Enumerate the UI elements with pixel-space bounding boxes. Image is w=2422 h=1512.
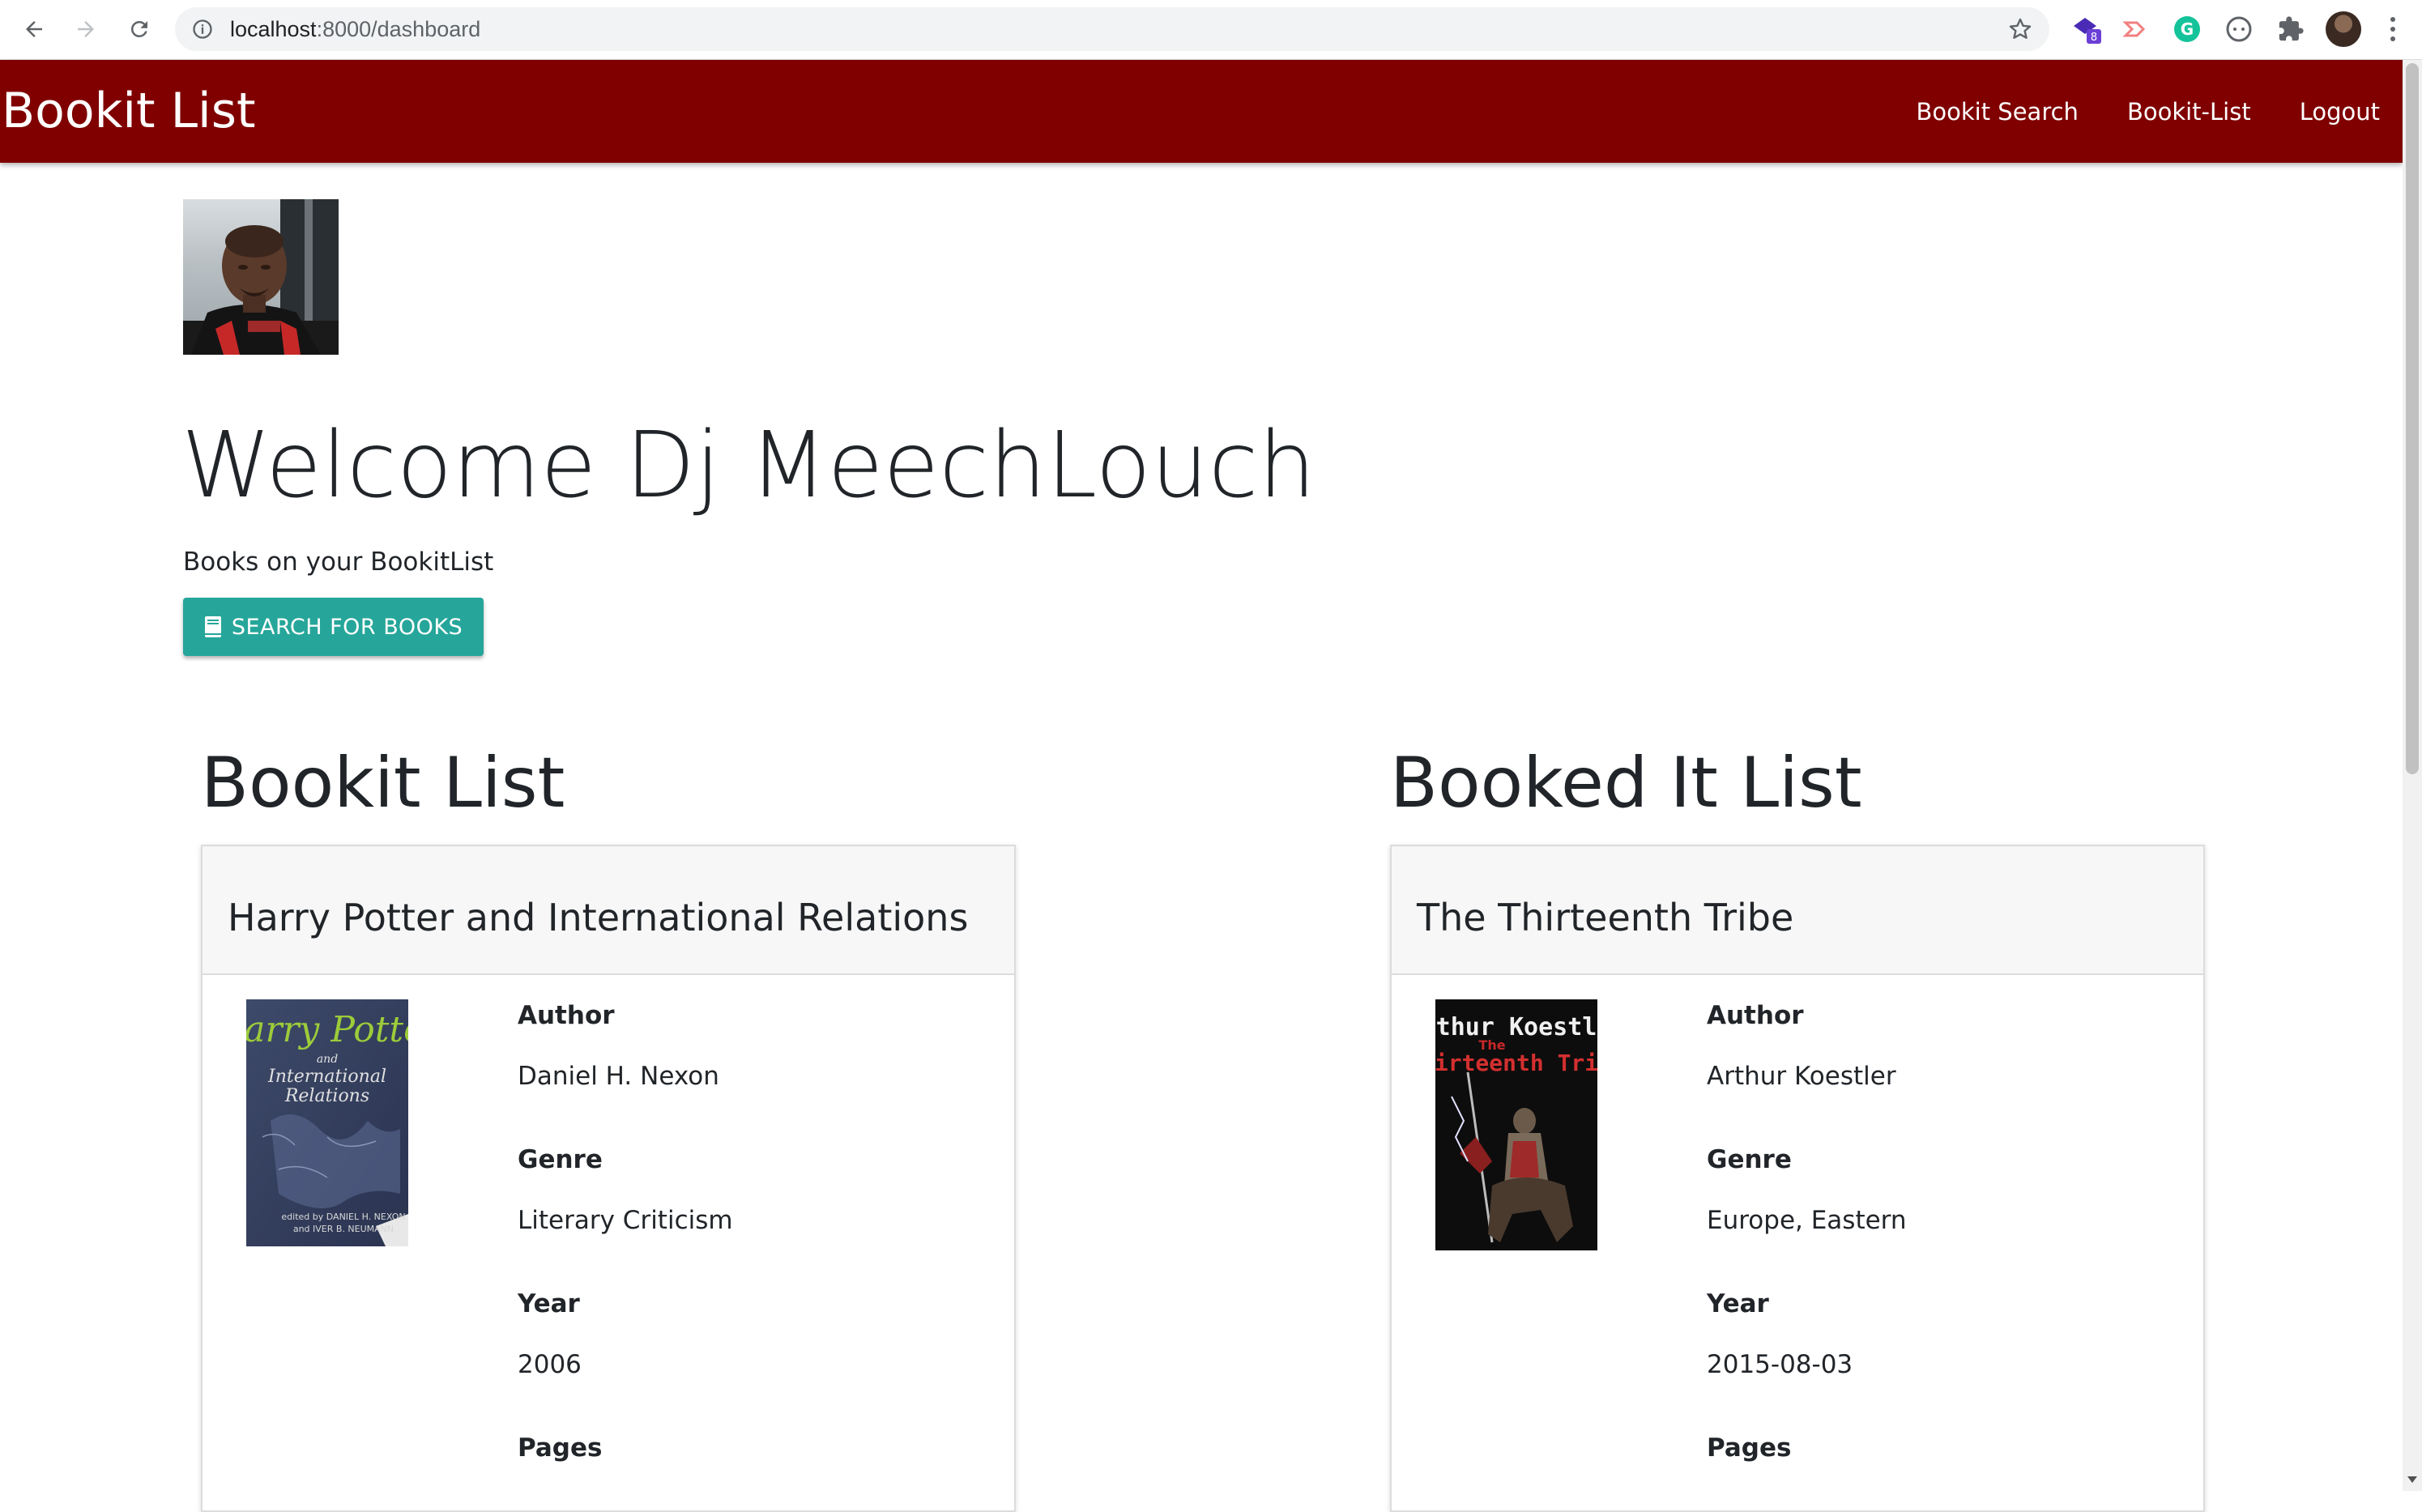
cover-title-line4: Relations — [284, 1086, 369, 1106]
url-path: :8000/dashboard — [316, 17, 481, 41]
book-card: Harry Potter and International Relations… — [201, 845, 1016, 1512]
year-label: Year — [518, 1289, 580, 1318]
more-vert-icon[interactable] — [2385, 13, 2401, 45]
back-button[interactable] — [16, 11, 52, 47]
svg-text:G: G — [2181, 19, 2194, 39]
year-label: Year — [1707, 1289, 1769, 1318]
extension-arrow-icon[interactable] — [2119, 13, 2151, 45]
book-card-header: The Thirteenth Tribe — [1392, 846, 2203, 975]
nav-links: Bookit Search Bookit-List Logout — [1867, 97, 2380, 126]
url-text[interactable]: localhost:8000/dashboard — [230, 17, 480, 41]
extension-circle-icon[interactable] — [2223, 13, 2255, 45]
arrow-left-icon — [26, 21, 42, 37]
welcome-heading: Welcome Dj MeechLouch — [181, 413, 1316, 518]
cover-title: Thirteenth Tribe — [1435, 1050, 1597, 1076]
cover-title-line1: Harry Potter — [246, 1009, 408, 1050]
bookmark-star-icon[interactable] — [2007, 16, 2033, 42]
bookitlist-subtitle: Books on your BookitList — [183, 547, 494, 577]
cover-title-line2: and — [317, 1053, 338, 1066]
book-cover-image: Harry Potter and International Relations… — [246, 999, 408, 1246]
year-value: 2006 — [518, 1350, 582, 1379]
search-for-books-button[interactable]: SEARCH FOR BOOKS — [183, 598, 484, 656]
url-host: localhost — [230, 17, 317, 41]
book-title: The Thirteenth Tribe — [1417, 896, 1794, 939]
genre-value: Literary Criticism — [518, 1206, 733, 1235]
book-icon — [204, 616, 221, 637]
scroll-down-icon[interactable] — [2407, 1476, 2417, 1483]
author-value: Arthur Koestler — [1707, 1062, 1896, 1091]
brand-logo[interactable]: Bookit List — [2, 83, 255, 139]
bookit-list-heading: Bookit List — [201, 743, 565, 824]
year-value: 2015-08-03 — [1707, 1350, 1853, 1379]
forward-button[interactable] — [68, 11, 104, 47]
extensions-puzzle-icon[interactable] — [2275, 13, 2307, 45]
address-bar[interactable]: localhost:8000/dashboard — [175, 7, 2049, 51]
booked-it-list-heading: Booked It List — [1390, 743, 1862, 824]
author-label: Author — [518, 1001, 615, 1030]
profile-avatar[interactable] — [2326, 11, 2361, 47]
grammarly-icon[interactable]: G — [2171, 13, 2203, 45]
genre-label: Genre — [518, 1145, 603, 1174]
book-cover-image: Arthur Koestler The Thirteenth Tribe — [1435, 999, 1597, 1250]
extension-purple-icon[interactable]: 8 — [2070, 13, 2103, 45]
app-navbar: Bookit List Bookit Search Bookit-List Lo… — [0, 60, 2403, 163]
nav-link-bookit-list[interactable]: Bookit-List — [2127, 97, 2251, 126]
book-card: The Thirteenth Tribe Arthur Koestler The… — [1390, 845, 2205, 1512]
author-label: Author — [1707, 1001, 1804, 1030]
pages-label: Pages — [518, 1433, 603, 1463]
book-title: Harry Potter and International Relations — [228, 896, 969, 939]
cover-credit-line2: and IVER B. NEUMANN — [293, 1224, 394, 1234]
pages-label: Pages — [1707, 1433, 1792, 1463]
book-card-header: Harry Potter and International Relations — [203, 846, 1014, 975]
page-scrollbar[interactable] — [2403, 60, 2422, 1491]
genre-label: Genre — [1707, 1145, 1792, 1174]
nav-link-logout[interactable]: Logout — [2300, 97, 2380, 126]
author-value: Daniel H. Nexon — [518, 1062, 719, 1091]
reload-icon — [130, 20, 147, 37]
profile-photo — [183, 199, 339, 355]
genre-value: Europe, Eastern — [1707, 1206, 1907, 1235]
info-icon[interactable] — [191, 18, 214, 40]
search-for-books-label: SEARCH FOR BOOKS — [231, 614, 463, 640]
browser-toolbar: localhost:8000/dashboard 8 G — [0, 0, 2422, 60]
reload-button[interactable] — [122, 11, 157, 47]
cover-credit-line1: edited by DANIEL H. NEXON — [281, 1212, 405, 1222]
nav-link-bookit-search[interactable]: Bookit Search — [1916, 97, 2078, 126]
arrow-right-icon — [78, 21, 94, 37]
cover-title-line3: International — [267, 1067, 386, 1087]
cover-author: Arthur Koestler — [1435, 1013, 1597, 1041]
extension-badge: 8 — [2091, 32, 2097, 44]
scrollbar-thumb[interactable] — [2406, 63, 2419, 774]
